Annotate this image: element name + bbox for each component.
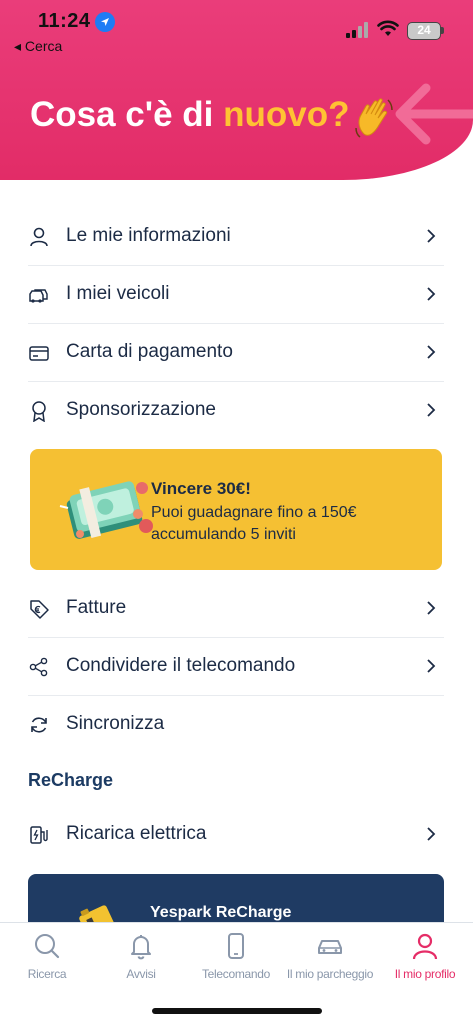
ev-charger-icon xyxy=(30,826,48,844)
menu-item-label: Sponsorizzazione xyxy=(66,399,216,420)
chevron-right-icon xyxy=(427,659,436,673)
menu-item-label: Condividere il telecomando xyxy=(66,655,296,676)
credit-card-icon xyxy=(29,346,49,361)
chevron-right-icon xyxy=(427,345,436,359)
tab-my-profile[interactable]: Il mio profilo xyxy=(378,931,472,991)
status-bar: 11:24 ◂ Cerca 24 xyxy=(0,0,473,56)
money-gift-illustration xyxy=(59,481,153,539)
chevron-right-icon xyxy=(427,403,436,417)
tab-my-parking[interactable]: Il mio parcheggio xyxy=(283,931,377,991)
tab-alerts[interactable]: Avvisi xyxy=(94,931,188,991)
home-indicator xyxy=(152,1008,322,1014)
menu-item-sync[interactable]: Sincronizza xyxy=(28,696,444,754)
tab-remote[interactable]: Telecomando xyxy=(189,931,283,991)
title-prefix: Cosa c'è di xyxy=(30,95,224,134)
status-time: 11:24 xyxy=(38,10,91,32)
bell-icon xyxy=(131,935,151,960)
menu-item-my-information[interactable]: Le mie informazioni xyxy=(28,208,444,266)
menu-item-label: Carta di pagamento xyxy=(66,341,233,362)
profile-icon xyxy=(412,933,438,960)
cellular-signal-icon xyxy=(346,22,370,38)
profile-header: 11:24 ◂ Cerca 24 Cosa c'è di nuovo? xyxy=(0,0,473,180)
chevron-right-icon xyxy=(427,827,436,841)
location-arrow-icon xyxy=(95,12,115,32)
promo-title: Vincere 30€! xyxy=(151,479,251,498)
car-icon xyxy=(318,940,342,954)
phone-icon xyxy=(228,933,244,959)
menu-item-label: Fatture xyxy=(66,597,127,618)
menu-item-label: Sincronizza xyxy=(66,713,165,734)
promo-text: Puoi guadagnare fino a 150€ accumulando … xyxy=(151,504,357,543)
search-icon xyxy=(35,934,60,959)
tab-label: Il mio parcheggio xyxy=(286,967,374,981)
tab-label: Telecomando xyxy=(201,967,271,981)
back-to-search-link[interactable]: ◂ Cerca xyxy=(14,38,62,55)
referral-promo-card[interactable]: Vincere 30€! Puoi guadagnare fino a 150€… xyxy=(30,449,442,570)
title-accent: nuovo? xyxy=(223,95,350,134)
recharge-card-title: Yespark ReCharge xyxy=(150,904,292,921)
menu-item-label: I miei veicoli xyxy=(66,283,170,304)
cars-icon xyxy=(29,289,48,303)
tab-label: Il mio profilo xyxy=(394,967,456,981)
menu-item-label: Ricarica elettrica xyxy=(66,823,207,844)
battery-icon: 24 xyxy=(407,22,441,40)
chevron-right-icon xyxy=(427,287,436,301)
page-title: Cosa c'è di nuovo? xyxy=(30,95,350,135)
menu-item-invoices[interactable]: Fatture xyxy=(28,580,444,638)
tab-label: Avvisi xyxy=(126,967,156,981)
chevron-right-icon xyxy=(427,601,436,615)
menu-item-payment-card[interactable]: Carta di pagamento xyxy=(28,324,444,382)
section-title-recharge: ReCharge xyxy=(28,770,114,790)
euro-tag-icon xyxy=(30,600,49,619)
sync-icon xyxy=(31,717,47,733)
user-icon xyxy=(30,227,48,247)
wifi-icon xyxy=(377,20,399,36)
menu-item-sponsorship[interactable]: Sponsorizzazione xyxy=(28,382,444,440)
tab-search[interactable]: Ricerca xyxy=(0,931,94,991)
menu-item-ev-charging[interactable]: Ricarica elettrica xyxy=(28,806,444,864)
menu-item-label: Le mie informazioni xyxy=(66,225,231,246)
award-icon xyxy=(32,401,46,422)
menu-item-share-remote[interactable]: Condividere il telecomando xyxy=(28,638,444,696)
menu-item-my-vehicles[interactable]: I miei veicoli xyxy=(28,266,444,324)
battery-tip xyxy=(441,27,444,34)
tab-label: Ricerca xyxy=(27,967,67,981)
chevron-right-icon xyxy=(427,229,436,243)
share-icon xyxy=(29,657,48,677)
decorative-arrow xyxy=(395,83,473,145)
